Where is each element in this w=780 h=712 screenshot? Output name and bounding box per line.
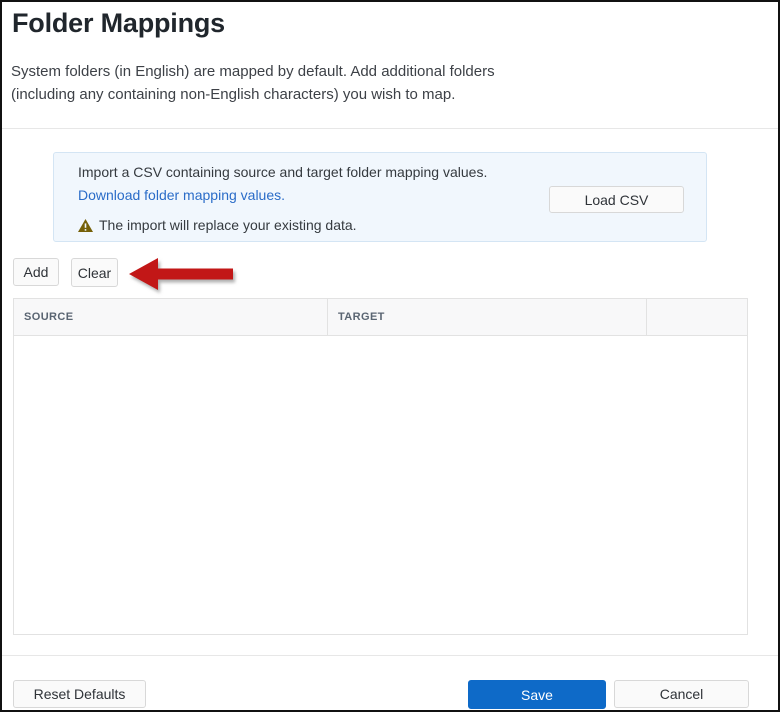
- column-header-source: SOURCE: [14, 299, 328, 335]
- table-body-empty: [14, 336, 747, 634]
- import-warning: The import will replace your existing da…: [78, 217, 357, 233]
- import-warning-text: The import will replace your existing da…: [99, 217, 357, 233]
- folder-mapping-table: SOURCE TARGET: [13, 298, 748, 635]
- header-divider: [2, 128, 778, 129]
- footer-divider: [2, 655, 778, 656]
- csv-import-instruction: Import a CSV containing source and targe…: [78, 164, 488, 180]
- page-title: Folder Mappings: [12, 8, 226, 38]
- add-button[interactable]: Add: [13, 258, 59, 286]
- download-mapping-values-link[interactable]: Download folder mapping values.: [78, 187, 285, 203]
- table-header-row: SOURCE TARGET: [14, 299, 747, 336]
- column-header-actions: [647, 299, 747, 335]
- save-button[interactable]: Save: [468, 680, 606, 709]
- warning-triangle-icon: [78, 218, 93, 232]
- load-csv-button[interactable]: Load CSV: [549, 186, 684, 213]
- column-header-target: TARGET: [328, 299, 647, 335]
- page-description: System folders (in English) are mapped b…: [11, 60, 495, 106]
- reset-defaults-button[interactable]: Reset Defaults: [13, 680, 146, 708]
- page-description-line2: (including any containing non-English ch…: [11, 86, 456, 103]
- page-description-line1: System folders (in English) are mapped b…: [11, 63, 495, 80]
- clear-button[interactable]: Clear: [71, 258, 118, 287]
- cancel-button[interactable]: Cancel: [614, 680, 749, 708]
- red-arrow-left-icon: [125, 254, 237, 294]
- folder-mappings-page: Folder Mappings System folders (in Engli…: [0, 0, 780, 712]
- csv-import-panel: Import a CSV containing source and targe…: [53, 152, 707, 242]
